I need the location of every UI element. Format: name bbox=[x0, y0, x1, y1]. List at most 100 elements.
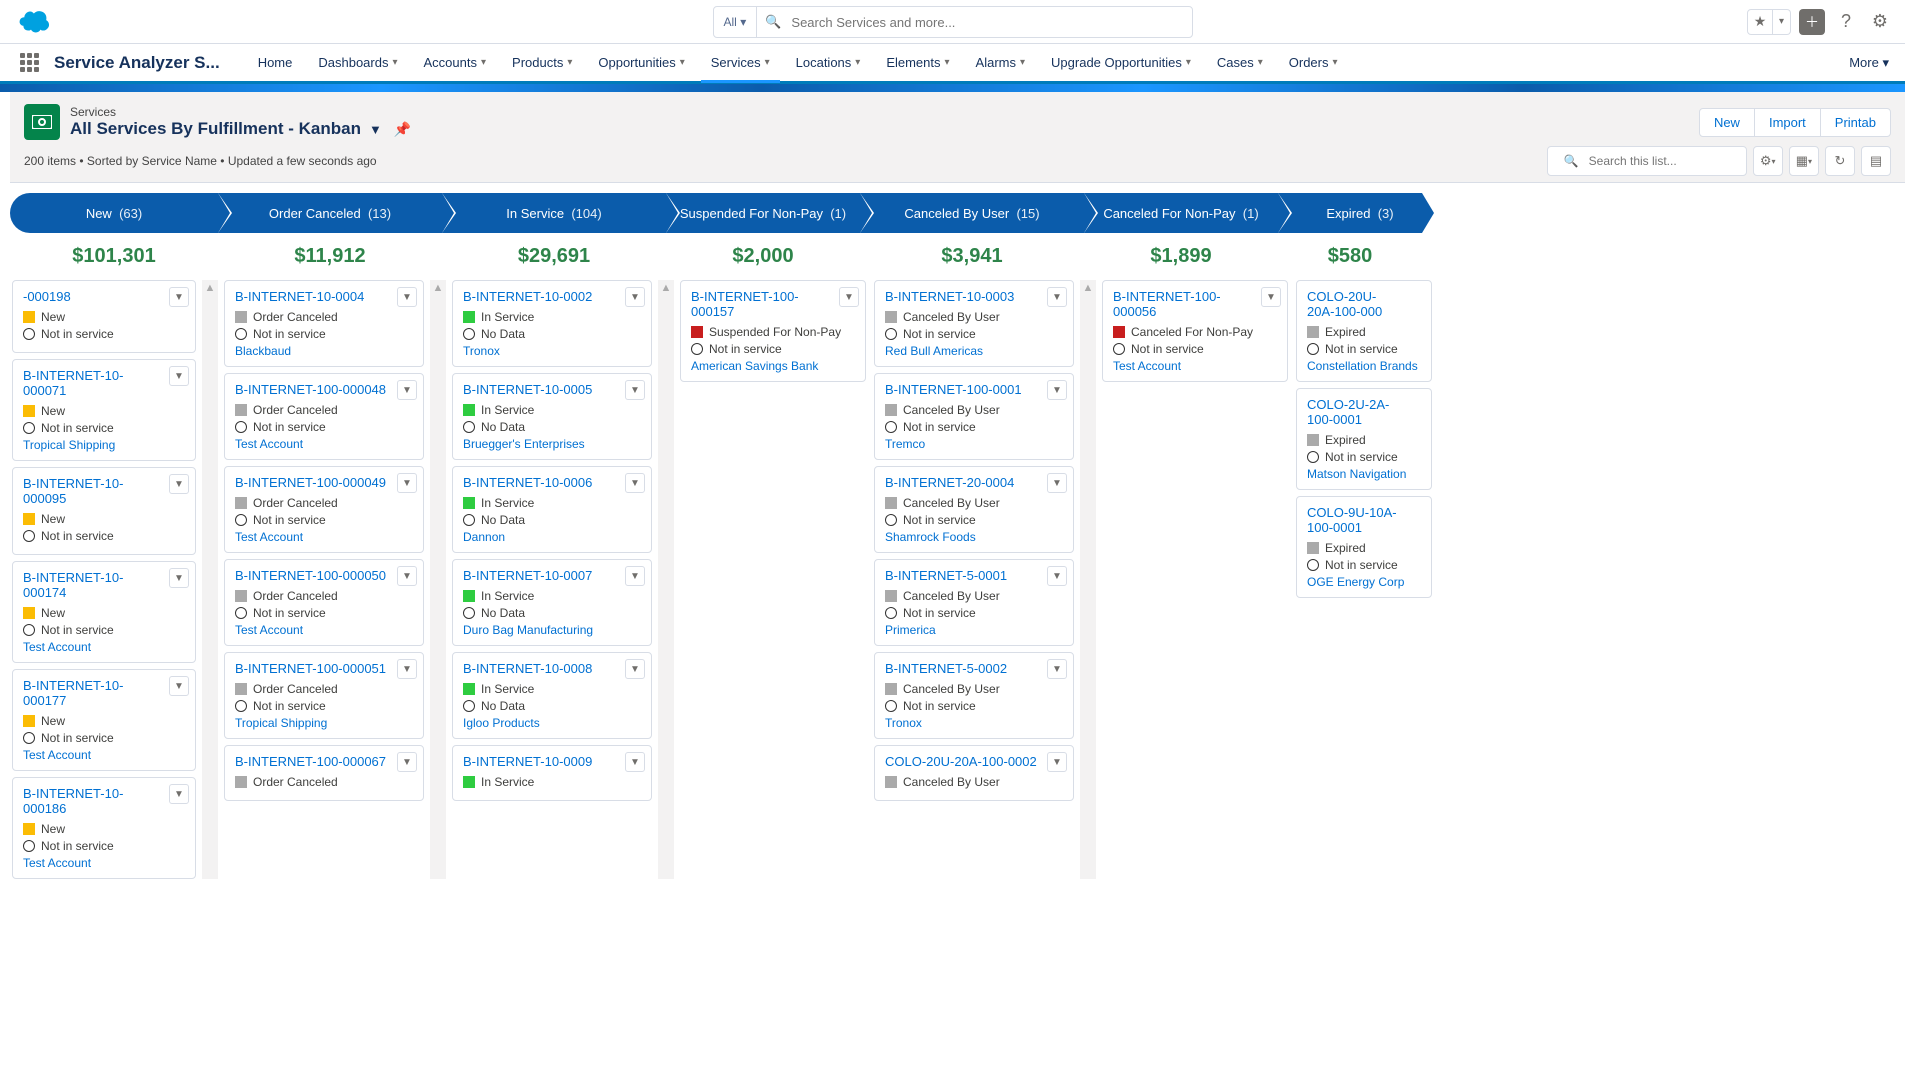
card-title[interactable]: B-INTERNET-100-000056 bbox=[1113, 289, 1277, 319]
card-title[interactable]: B-INTERNET-10-0003 bbox=[885, 289, 1063, 304]
favorites-icon[interactable]: ★ bbox=[1747, 9, 1773, 35]
card-title[interactable]: B-INTERNET-20-0004 bbox=[885, 475, 1063, 490]
nav-item-cases[interactable]: Cases ▾ bbox=[1207, 42, 1273, 83]
kanban-card[interactable]: B-INTERNET-10-0003▼Canceled By UserNot i… bbox=[874, 280, 1074, 367]
card-title[interactable]: B-INTERNET-5-0001 bbox=[885, 568, 1063, 583]
card-account[interactable]: Red Bull Americas bbox=[885, 344, 1063, 358]
kanban-card[interactable]: B-INTERNET-10-0002▼In ServiceNo DataTron… bbox=[452, 280, 652, 367]
card-menu-icon[interactable]: ▼ bbox=[1261, 287, 1281, 307]
card-account[interactable]: American Savings Bank bbox=[691, 359, 855, 373]
card-title[interactable]: COLO-20U-20A-100-0002 bbox=[885, 754, 1063, 769]
card-account[interactable]: Test Account bbox=[235, 437, 413, 451]
kanban-card[interactable]: B-INTERNET-10-000071▼NewNot in serviceTr… bbox=[12, 359, 196, 461]
card-menu-icon[interactable]: ▼ bbox=[625, 380, 645, 400]
card-account[interactable]: Primerica bbox=[885, 623, 1063, 637]
nav-item-alarms[interactable]: Alarms ▾ bbox=[966, 42, 1035, 83]
card-title[interactable]: B-INTERNET-100-0001 bbox=[885, 382, 1063, 397]
list-search[interactable]: 🔍 bbox=[1547, 146, 1747, 176]
kanban-card[interactable]: B-INTERNET-10-0005▼In ServiceNo DataBrue… bbox=[452, 373, 652, 460]
card-account[interactable]: Shamrock Foods bbox=[885, 530, 1063, 544]
nav-item-opportunities[interactable]: Opportunities ▾ bbox=[588, 42, 694, 83]
card-title[interactable]: B-INTERNET-10-000174 bbox=[23, 570, 185, 600]
card-title[interactable]: B-INTERNET-100-000051 bbox=[235, 661, 413, 676]
card-account[interactable]: Test Account bbox=[1113, 359, 1277, 373]
column-scrollbar[interactable]: ▲ bbox=[1080, 280, 1096, 879]
kanban-card[interactable]: B-INTERNET-100-000048▼Order CanceledNot … bbox=[224, 373, 424, 460]
card-account[interactable]: Tropical Shipping bbox=[23, 438, 185, 452]
kanban-card[interactable]: B-INTERNET-10-000095▼NewNot in service bbox=[12, 467, 196, 555]
card-title[interactable]: B-INTERNET-10-000071 bbox=[23, 368, 185, 398]
card-menu-icon[interactable]: ▼ bbox=[169, 676, 189, 696]
card-account[interactable]: Test Account bbox=[23, 748, 185, 762]
card-menu-icon[interactable]: ▼ bbox=[625, 659, 645, 679]
kanban-card[interactable]: B-INTERNET-5-0001▼Canceled By UserNot in… bbox=[874, 559, 1074, 646]
card-account[interactable]: Duro Bag Manufacturing bbox=[463, 623, 641, 637]
table-icon[interactable]: ▤ bbox=[1861, 146, 1891, 176]
kanban-card[interactable]: B-INTERNET-100-000056▼Canceled For Non-P… bbox=[1102, 280, 1288, 382]
path-step-cnp[interactable]: Canceled For Non-Pay (1) bbox=[1084, 193, 1278, 233]
pin-icon[interactable]: 📌 bbox=[394, 121, 411, 138]
nav-item-home[interactable]: Home bbox=[248, 42, 303, 83]
card-title[interactable]: B-INTERNET-10-0004 bbox=[235, 289, 413, 304]
card-account[interactable]: Constellation Brands bbox=[1307, 359, 1421, 373]
kanban-card[interactable]: B-INTERNET-100-000050▼Order CanceledNot … bbox=[224, 559, 424, 646]
search-scope-picker[interactable]: All ▾ bbox=[714, 7, 758, 37]
card-title[interactable]: B-INTERNET-10-0007 bbox=[463, 568, 641, 583]
column-scrollbar[interactable]: ▲ bbox=[658, 280, 674, 879]
card-account[interactable]: Test Account bbox=[235, 623, 413, 637]
kanban-card[interactable]: B-INTERNET-100-000049▼Order CanceledNot … bbox=[224, 466, 424, 553]
card-title[interactable]: B-INTERNET-100-000157 bbox=[691, 289, 855, 319]
kanban-card[interactable]: B-INTERNET-20-0004▼Canceled By UserNot i… bbox=[874, 466, 1074, 553]
card-menu-icon[interactable]: ▼ bbox=[1047, 287, 1067, 307]
scroll-up-icon[interactable]: ▲ bbox=[430, 280, 446, 294]
refresh-icon[interactable]: ↻ bbox=[1825, 146, 1855, 176]
kanban-card[interactable]: B-INTERNET-10-0008▼In ServiceNo DataIglo… bbox=[452, 652, 652, 739]
path-step-inservice[interactable]: In Service (104) bbox=[442, 193, 666, 233]
kanban-card[interactable]: B-INTERNET-10-000186▼NewNot in serviceTe… bbox=[12, 777, 196, 879]
setup-gear-icon[interactable]: ⚙ bbox=[1867, 9, 1893, 35]
card-account[interactable]: Tronox bbox=[463, 344, 641, 358]
card-account[interactable]: Tremco bbox=[885, 437, 1063, 451]
kanban-card[interactable]: B-INTERNET-10-000177▼NewNot in serviceTe… bbox=[12, 669, 196, 771]
card-title[interactable]: COLO-2U-2A-100-0001 bbox=[1307, 397, 1421, 427]
kanban-card[interactable]: B-INTERNET-5-0002▼Canceled By UserNot in… bbox=[874, 652, 1074, 739]
card-menu-icon[interactable]: ▼ bbox=[397, 752, 417, 772]
card-title[interactable]: B-INTERNET-10-0009 bbox=[463, 754, 641, 769]
card-menu-icon[interactable]: ▼ bbox=[169, 568, 189, 588]
list-search-input[interactable] bbox=[1587, 153, 1738, 169]
card-account[interactable]: Matson Navigation bbox=[1307, 467, 1421, 481]
card-account[interactable]: Test Account bbox=[23, 856, 185, 870]
import-button[interactable]: Import bbox=[1755, 108, 1820, 137]
card-title[interactable]: COLO-20U-20A-100-000 bbox=[1307, 289, 1421, 319]
kanban-card[interactable]: B-INTERNET-100-000051▼Order CanceledNot … bbox=[224, 652, 424, 739]
card-menu-icon[interactable]: ▼ bbox=[1047, 473, 1067, 493]
path-step-susp[interactable]: Suspended For Non-Pay (1) bbox=[666, 193, 860, 233]
path-step-cancel[interactable]: Order Canceled (13) bbox=[218, 193, 442, 233]
card-menu-icon[interactable]: ▼ bbox=[1047, 566, 1067, 586]
card-account[interactable]: Test Account bbox=[235, 530, 413, 544]
kanban-card[interactable]: COLO-9U-10A-100-0001ExpiredNot in servic… bbox=[1296, 496, 1432, 598]
card-title[interactable]: B-INTERNET-10-000186 bbox=[23, 786, 185, 816]
card-menu-icon[interactable]: ▼ bbox=[625, 287, 645, 307]
path-step-cbu[interactable]: Canceled By User (15) bbox=[860, 193, 1084, 233]
kanban-card[interactable]: COLO-2U-2A-100-0001ExpiredNot in service… bbox=[1296, 388, 1432, 490]
kanban-card[interactable]: B-INTERNET-10-0007▼In ServiceNo DataDuro… bbox=[452, 559, 652, 646]
card-menu-icon[interactable]: ▼ bbox=[169, 366, 189, 386]
path-step-new[interactable]: New (63) bbox=[10, 193, 218, 233]
nav-item-products[interactable]: Products ▾ bbox=[502, 42, 582, 83]
new-button[interactable]: New bbox=[1699, 108, 1755, 137]
card-menu-icon[interactable]: ▼ bbox=[397, 659, 417, 679]
card-title[interactable]: -000198 bbox=[23, 289, 185, 304]
path-step-exp[interactable]: Expired (3) bbox=[1278, 193, 1422, 233]
help-icon[interactable]: ? bbox=[1833, 9, 1859, 35]
card-menu-icon[interactable]: ▼ bbox=[1047, 752, 1067, 772]
kanban-card[interactable]: B-INTERNET-10-0004▼Order CanceledNot in … bbox=[224, 280, 424, 367]
kanban-card[interactable]: -000198▼NewNot in service bbox=[12, 280, 196, 353]
card-menu-icon[interactable]: ▼ bbox=[169, 474, 189, 494]
card-title[interactable]: B-INTERNET-10-0002 bbox=[463, 289, 641, 304]
card-menu-icon[interactable]: ▼ bbox=[625, 473, 645, 493]
card-account[interactable]: Bruegger's Enterprises bbox=[463, 437, 641, 451]
card-title[interactable]: B-INTERNET-10-000177 bbox=[23, 678, 185, 708]
list-settings-icon[interactable]: ⚙ ▾ bbox=[1753, 146, 1783, 176]
nav-item-upgrade-opportunities[interactable]: Upgrade Opportunities ▾ bbox=[1041, 42, 1201, 83]
